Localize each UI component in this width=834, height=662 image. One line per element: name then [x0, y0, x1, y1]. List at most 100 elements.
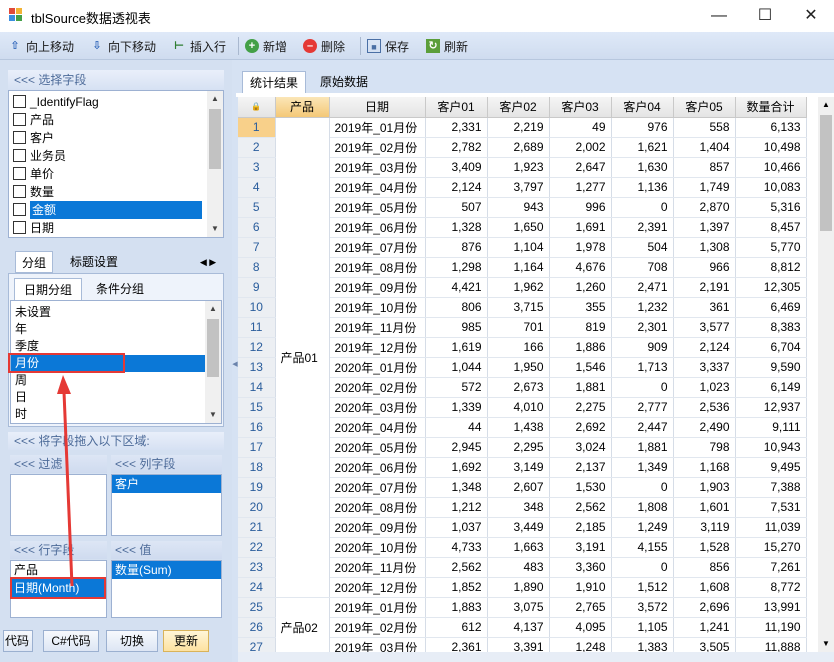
- date-cell[interactable]: 2019年_10月份: [329, 297, 426, 318]
- value-cell[interactable]: 1,608: [673, 577, 736, 598]
- row-number[interactable]: 12: [238, 337, 276, 358]
- value-cell[interactable]: 9,495: [735, 457, 807, 478]
- value-cell[interactable]: 1,808: [611, 497, 674, 518]
- row-number[interactable]: 9: [238, 277, 276, 298]
- value-cell[interactable]: 1,438: [487, 417, 550, 438]
- date-cell[interactable]: 2020年_10月份: [329, 537, 426, 558]
- value-cell[interactable]: 4,676: [549, 257, 612, 278]
- value-cell[interactable]: 1,349: [611, 457, 674, 478]
- row-number[interactable]: 10: [238, 297, 276, 318]
- row-number[interactable]: 1: [238, 117, 276, 138]
- value-cell[interactable]: 1,404: [673, 137, 736, 158]
- date-cell[interactable]: 2019年_03月份: [329, 637, 426, 652]
- row-number[interactable]: 18: [238, 457, 276, 478]
- value-cell[interactable]: 1,923: [487, 157, 550, 178]
- grid-corner[interactable]: 🔒: [238, 97, 276, 118]
- value-cell[interactable]: 3,449: [487, 517, 550, 538]
- value-cell[interactable]: 1,348: [425, 477, 488, 498]
- value-cell[interactable]: 4,137: [487, 617, 550, 638]
- grid-column-header[interactable]: 产品: [275, 97, 330, 118]
- value-cell[interactable]: 819: [549, 317, 612, 338]
- value-cell[interactable]: 1,512: [611, 577, 674, 598]
- value-cell[interactable]: 1,749: [673, 177, 736, 198]
- date-cell[interactable]: 2019年_03月份: [329, 157, 426, 178]
- row-number[interactable]: 4: [238, 177, 276, 198]
- value-cell[interactable]: 856: [673, 557, 736, 578]
- value-cell[interactable]: 0: [611, 477, 674, 498]
- value-cell[interactable]: 7,388: [735, 477, 807, 498]
- value-cell[interactable]: 1,903: [673, 477, 736, 498]
- date-cell[interactable]: 2020年_01月份: [329, 357, 426, 378]
- value-cell[interactable]: 10,466: [735, 157, 807, 178]
- value-cell[interactable]: 1,528: [673, 537, 736, 558]
- row-number[interactable]: 13: [238, 357, 276, 378]
- grid-column-header[interactable]: 客户01: [425, 97, 488, 118]
- value-cell[interactable]: 1,044: [425, 357, 488, 378]
- value-cell[interactable]: 2,391: [611, 217, 674, 238]
- value-cell[interactable]: 15,270: [735, 537, 807, 558]
- value-cell[interactable]: 1,308: [673, 237, 736, 258]
- value-cell[interactable]: 0: [611, 197, 674, 218]
- value-cell[interactable]: 2,689: [487, 137, 550, 158]
- row-number[interactable]: 11: [238, 317, 276, 338]
- date-cell[interactable]: 2020年_06月份: [329, 457, 426, 478]
- value-cell[interactable]: 2,562: [549, 497, 612, 518]
- row-number[interactable]: 22: [238, 537, 276, 558]
- value-cell[interactable]: 2,295: [487, 437, 550, 458]
- value-cell[interactable]: 9,111: [735, 417, 807, 438]
- value-cell[interactable]: 8,812: [735, 257, 807, 278]
- value-cell[interactable]: 701: [487, 317, 550, 338]
- date-cell[interactable]: 2019年_12月份: [329, 337, 426, 358]
- value-cell[interactable]: 8,457: [735, 217, 807, 238]
- value-cell[interactable]: 10,943: [735, 437, 807, 458]
- value-cell[interactable]: 985: [425, 317, 488, 338]
- date-cell[interactable]: 2020年_03月份: [329, 397, 426, 418]
- value-cell[interactable]: 1,212: [425, 497, 488, 518]
- value-cell[interactable]: 2,185: [549, 517, 612, 538]
- value-cell[interactable]: 1,530: [549, 477, 612, 498]
- grid-column-header[interactable]: 客户03: [549, 97, 612, 118]
- value-cell[interactable]: 0: [611, 377, 674, 398]
- value-cell[interactable]: 708: [611, 257, 674, 278]
- value-cell[interactable]: 2,490: [673, 417, 736, 438]
- tab-raw-data[interactable]: 原始数据: [312, 71, 376, 93]
- value-cell[interactable]: 1,339: [425, 397, 488, 418]
- value-cell[interactable]: 1,248: [549, 637, 612, 652]
- value-cell[interactable]: 0: [611, 557, 674, 578]
- value-cell[interactable]: 1,713: [611, 357, 674, 378]
- value-cell[interactable]: 49: [549, 117, 612, 138]
- value-cell[interactable]: 3,797: [487, 177, 550, 198]
- value-cell[interactable]: 1,037: [425, 517, 488, 538]
- value-cell[interactable]: 6,704: [735, 337, 807, 358]
- value-cell[interactable]: 857: [673, 157, 736, 178]
- value-cell[interactable]: 806: [425, 297, 488, 318]
- value-cell[interactable]: 3,119: [673, 517, 736, 538]
- value-cell[interactable]: 3,075: [487, 597, 550, 618]
- value-cell[interactable]: 12,305: [735, 277, 807, 298]
- value-cell[interactable]: 612: [425, 617, 488, 638]
- value-cell[interactable]: 13,991: [735, 597, 807, 618]
- value-cell[interactable]: 2,945: [425, 437, 488, 458]
- value-cell[interactable]: 504: [611, 237, 674, 258]
- grid-column-header[interactable]: 客户04: [611, 97, 674, 118]
- value-cell[interactable]: 6,133: [735, 117, 807, 138]
- grid-column-header[interactable]: 数量合计: [735, 97, 807, 118]
- value-cell[interactable]: 1,023: [673, 377, 736, 398]
- date-cell[interactable]: 2019年_04月份: [329, 177, 426, 198]
- value-cell[interactable]: 4,155: [611, 537, 674, 558]
- value-cell[interactable]: 2,191: [673, 277, 736, 298]
- value-cell[interactable]: 1,241: [673, 617, 736, 638]
- value-cell[interactable]: 572: [425, 377, 488, 398]
- value-cell[interactable]: 943: [487, 197, 550, 218]
- value-cell[interactable]: 1,650: [487, 217, 550, 238]
- date-cell[interactable]: 2019年_07月份: [329, 237, 426, 258]
- value-cell[interactable]: 1,232: [611, 297, 674, 318]
- value-cell[interactable]: 3,572: [611, 597, 674, 618]
- row-number[interactable]: 3: [238, 157, 276, 178]
- row-number[interactable]: 5: [238, 197, 276, 218]
- row-number[interactable]: 8: [238, 257, 276, 278]
- value-cell[interactable]: 1,630: [611, 157, 674, 178]
- value-cell[interactable]: 9,590: [735, 357, 807, 378]
- row-number[interactable]: 6: [238, 217, 276, 238]
- value-cell[interactable]: 1,910: [549, 577, 612, 598]
